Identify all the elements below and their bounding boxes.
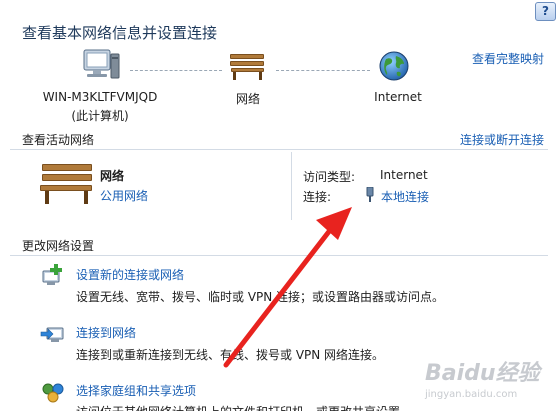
connect-network-icon xyxy=(40,327,64,342)
local-connection-link[interactable]: 本地连接 xyxy=(381,188,429,205)
view-full-map-link[interactable]: 查看完整映射 xyxy=(472,50,544,67)
active-network-name: 网络 xyxy=(100,169,125,183)
watermark-sub: jingyan.baidu.com xyxy=(425,389,518,400)
change-settings-divider xyxy=(10,255,548,256)
connection-label: 连接: xyxy=(303,190,332,204)
network-bench-icon xyxy=(230,54,266,80)
network-label: 网络 xyxy=(235,92,260,106)
computer-icon xyxy=(83,49,120,79)
access-type-value: Internet xyxy=(380,168,428,182)
task-new-connection-desc: 设置无线、宽带、拨号、临时或 VPN 连接；或设置路由器或访问点。 xyxy=(76,290,445,304)
task-homegroup-link[interactable]: 选择家庭组和共享选项 xyxy=(76,382,196,399)
homegroup-icon xyxy=(42,383,64,403)
globe-icon xyxy=(379,51,409,81)
baidu-watermark: Baidu经验 jingyan.baidu.com xyxy=(425,355,555,409)
access-type-label: 访问类型: xyxy=(303,170,356,184)
task-homegroup-desc: 访问位于其他网络计算机上的文件和打印机，或更改共享设置。 xyxy=(76,403,412,411)
watermark-text: Baidu经验 xyxy=(425,361,540,386)
network-adapter-icon xyxy=(366,187,374,202)
computer-name: WIN-M3KLTFVMJQD xyxy=(42,90,158,104)
active-networks-divider xyxy=(10,149,548,150)
active-network-type-link[interactable]: 公用网络 xyxy=(100,187,148,204)
help-button[interactable]: ? xyxy=(535,2,556,21)
active-network-bench-icon xyxy=(40,164,94,204)
task-new-connection-link[interactable]: 设置新的连接或网络 xyxy=(76,266,184,283)
task-connect-network-link[interactable]: 连接到网络 xyxy=(76,324,136,341)
computer-subtitle: (此计算机) xyxy=(71,109,129,123)
map-link-network-internet xyxy=(276,70,370,71)
task-connect-network-desc: 连接到或重新连接到无线、有线、拨号或 VPN 网络连接。 xyxy=(76,348,385,362)
internet-label: Internet xyxy=(374,90,422,104)
change-settings-heading: 更改网络设置 xyxy=(22,239,95,253)
connect-disconnect-link[interactable]: 连接或断开连接 xyxy=(460,131,544,148)
active-network-separator xyxy=(291,152,292,220)
new-connection-icon xyxy=(42,264,62,285)
map-link-computer-network xyxy=(130,70,222,71)
active-networks-heading: 查看活动网络 xyxy=(22,133,95,147)
